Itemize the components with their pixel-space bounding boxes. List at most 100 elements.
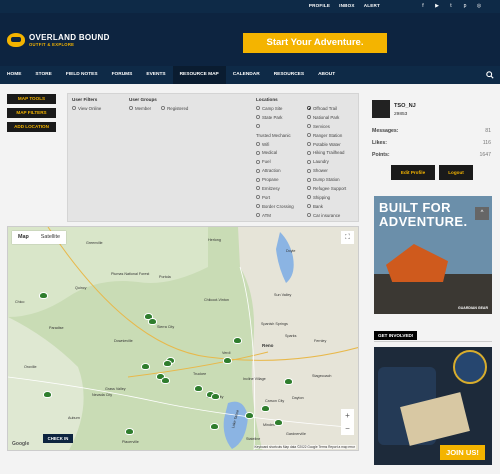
map-marker[interactable] — [223, 357, 232, 364]
filter-propane[interactable]: Propane — [256, 175, 307, 184]
resource-map[interactable]: Greenville Herlong Plumas National Fores… — [7, 226, 359, 451]
map-marker[interactable] — [163, 360, 172, 367]
map-marker[interactable] — [211, 393, 220, 400]
pinterest-icon[interactable]: p — [462, 3, 468, 9]
map-marker[interactable] — [39, 292, 48, 299]
filter-member[interactable]: Member — [129, 104, 151, 113]
join-us-button[interactable]: JOIN US! — [440, 445, 485, 460]
radio-selected-icon[interactable] — [307, 106, 311, 111]
alert-link[interactable]: ALERT — [364, 3, 380, 8]
map-marker[interactable] — [245, 412, 254, 419]
ad-brand: GUARDIAN GEAR — [458, 306, 488, 310]
map-marker[interactable] — [284, 378, 293, 385]
map-marker[interactable] — [194, 385, 203, 392]
filter-fuel[interactable]: Fuel — [256, 157, 307, 166]
map-marker[interactable] — [125, 428, 134, 435]
filter-dump-station[interactable]: Dump Station — [307, 175, 357, 184]
add-location-button[interactable]: ADD LOCATION — [7, 122, 56, 132]
username[interactable]: TSO_NJ — [394, 103, 416, 109]
inbox-link[interactable]: INBOX — [339, 3, 355, 8]
zoom-in-button[interactable]: + — [341, 409, 354, 422]
start-adventure-banner[interactable]: Start Your Adventure. — [243, 33, 387, 53]
filter-unlabeled[interactable] — [256, 122, 307, 131]
map-place-label: Reno — [262, 343, 274, 348]
filter-offroad-trail[interactable]: Offroad Trail — [307, 104, 357, 113]
instagram-icon[interactable]: ◎ — [476, 3, 482, 9]
site-logo[interactable]: OVERLAND BOUND OUTFIT & EXPLORE — [7, 27, 117, 53]
search-icon[interactable] — [486, 71, 494, 79]
filter-national-park[interactable]: National Park — [307, 113, 357, 122]
nav-calendar[interactable]: CALENDAR — [226, 66, 267, 84]
scroll-up-icon[interactable]: ^ — [475, 207, 489, 220]
filter-attraction[interactable]: Attraction — [256, 166, 307, 175]
map-marker[interactable] — [274, 419, 283, 426]
account-links: PROFILE INBOX ALERT — [309, 3, 380, 8]
map-filters-button[interactable]: MAP FILTERS — [7, 108, 56, 118]
main-nav: HOME STORE FIELD NOTES FORUMS EVENTS RES… — [0, 66, 500, 84]
radio-icon[interactable] — [72, 106, 76, 111]
avatar[interactable] — [372, 100, 390, 118]
nav-field-notes[interactable]: FIELD NOTES — [59, 66, 105, 84]
twitter-icon[interactable]: t — [448, 3, 454, 9]
filter-emitzesy[interactable]: Emitzesy — [256, 184, 307, 193]
map-place-label: Herlong — [208, 238, 221, 242]
filter-view-online[interactable]: View Online — [72, 104, 101, 113]
filter-hiking-trailhead[interactable]: Hiking Trailhead — [307, 148, 357, 157]
nav-home[interactable]: HOME — [0, 66, 28, 84]
nav-resources[interactable]: RESOURCES — [267, 66, 311, 84]
map-tools-button[interactable]: MAP TOOLS — [7, 94, 56, 104]
map-marker[interactable] — [141, 363, 150, 370]
map-marker[interactable] — [161, 377, 170, 384]
membership-promo[interactable]: JOIN US! — [374, 347, 492, 465]
filter-wifi[interactable]: Wifi — [256, 140, 307, 149]
tab-satellite[interactable]: Satellite — [35, 231, 66, 244]
map-place-label: Portola — [159, 275, 171, 279]
nav-store[interactable]: STORE — [28, 66, 58, 84]
map-marker[interactable] — [233, 337, 242, 344]
filter-state-park[interactable]: State Park — [256, 113, 307, 122]
filter-bank[interactable]: Bank — [307, 202, 357, 211]
advertisement-banner[interactable]: BUILT FOR ADVENTURE. GUARDIAN GEAR ^ — [374, 196, 492, 314]
filter-medical[interactable]: Medical — [256, 148, 307, 157]
filter-trusted-mechanic[interactable]: Trusted Mechanic — [256, 131, 307, 140]
map-marker[interactable] — [43, 391, 52, 398]
filter-ranger-station[interactable]: Ranger Station — [307, 131, 357, 140]
map-marker[interactable] — [261, 405, 270, 412]
ad-headline: BUILT FOR — [379, 200, 451, 215]
profile-link[interactable]: PROFILE — [309, 3, 330, 8]
map-marker[interactable] — [210, 423, 219, 430]
filter-registered[interactable]: Registered — [161, 104, 188, 113]
filter-shower[interactable]: Shower — [307, 166, 357, 175]
map-place-label: Chilcoot-Vinton — [204, 298, 229, 302]
filter-shipping[interactable]: Shipping — [307, 193, 357, 202]
map-attribution[interactable]: Keyboard shortcuts Map data ©2022 Google… — [253, 445, 356, 449]
nav-about[interactable]: ABOUT — [311, 66, 342, 84]
facebook-icon[interactable]: f — [420, 3, 426, 9]
nav-resource-map[interactable]: RESOURCE MAP — [172, 66, 226, 84]
filter-laundry[interactable]: Laundry — [307, 157, 357, 166]
filter-port[interactable]: Port — [256, 193, 307, 202]
fullscreen-icon[interactable]: ⛶ — [341, 231, 354, 244]
radio-icon[interactable] — [129, 106, 133, 111]
logout-button[interactable]: Logout — [439, 165, 473, 180]
map-place-label: Downieville — [114, 339, 133, 343]
filter-refugee-support[interactable]: Refugee Support — [307, 184, 357, 193]
map-marker[interactable] — [148, 318, 157, 325]
radio-icon[interactable] — [161, 106, 166, 111]
nav-forums[interactable]: FORUMS — [105, 66, 140, 84]
filter-services[interactable]: Services — [307, 122, 357, 131]
nav-events[interactable]: EVENTS — [139, 66, 172, 84]
check-in-button[interactable]: CHECK IN — [43, 434, 73, 443]
map-place-label: Quincy — [75, 286, 87, 290]
filter-atm[interactable]: ATM — [256, 211, 307, 220]
filter-potable-water[interactable]: Potable Water — [307, 140, 357, 149]
filter-camp-site[interactable]: Camp Site — [256, 104, 307, 113]
top-utility-bar: PROFILE INBOX ALERT f ▶ t p ◎ — [0, 0, 500, 13]
filter-border-crossing[interactable]: Border Crossing — [256, 202, 307, 211]
tab-map[interactable]: Map — [12, 231, 35, 244]
youtube-icon[interactable]: ▶ — [434, 3, 440, 9]
filter-car-insurance[interactable]: Car insurance — [307, 211, 357, 220]
zoom-out-button[interactable]: − — [341, 422, 354, 435]
map-place-label: Doyle — [286, 249, 296, 253]
edit-profile-button[interactable]: Edit Profile — [391, 165, 435, 180]
